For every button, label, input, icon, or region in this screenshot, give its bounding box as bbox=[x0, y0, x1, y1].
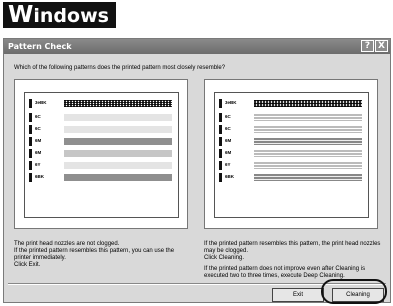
row-stripe bbox=[254, 100, 362, 107]
row-marker bbox=[219, 173, 222, 182]
pattern-row: 6M bbox=[29, 149, 174, 158]
dialog-title: Pattern Check bbox=[8, 42, 72, 51]
row-label: 6C bbox=[35, 126, 41, 131]
row-stripe bbox=[64, 138, 172, 145]
explanation-line: Click Cleaning. bbox=[204, 255, 245, 261]
row-label: 6M bbox=[225, 150, 232, 155]
pattern-row: 6C bbox=[219, 125, 364, 134]
exit-button[interactable]: Exit bbox=[272, 288, 324, 302]
explanation-line: Click Exit. bbox=[14, 262, 41, 268]
row-marker bbox=[219, 149, 222, 158]
pattern-row: 6M bbox=[219, 149, 364, 158]
row-stripe bbox=[254, 114, 362, 121]
pattern-row: 6BK bbox=[219, 173, 364, 182]
pattern-row: 6C bbox=[29, 113, 174, 122]
row-label: 6BK bbox=[35, 174, 45, 179]
windows-badge-first: W bbox=[8, 2, 34, 28]
pattern-sample-good: 3eBK 6C 6C 6M 6M 6Y 6BK bbox=[24, 92, 179, 218]
row-label: 3eBK bbox=[35, 100, 47, 105]
row-label: 6C bbox=[35, 114, 41, 119]
row-stripe bbox=[64, 174, 172, 181]
row-label: 6C bbox=[225, 114, 231, 119]
pattern-option-clogged[interactable]: 3eBK 6C 6C 6M 6M 6Y 6BK bbox=[204, 79, 378, 229]
row-marker bbox=[29, 137, 32, 146]
explanation-line: If the printed pattern does not improve … bbox=[204, 266, 366, 279]
pattern-row: 6BK bbox=[29, 173, 174, 182]
row-stripe bbox=[64, 162, 172, 169]
pattern-row: 6C bbox=[219, 113, 364, 122]
row-marker bbox=[219, 125, 222, 134]
cleaning-button-highlight bbox=[321, 279, 387, 304]
pattern-sample-clogged: 3eBK 6C 6C 6M 6M 6Y 6BK bbox=[214, 92, 369, 218]
row-marker bbox=[29, 161, 32, 170]
pattern-row: 6Y bbox=[29, 161, 174, 170]
row-marker bbox=[29, 125, 32, 134]
row-marker bbox=[219, 137, 222, 146]
explanation-line: The print head nozzles are not clogged. bbox=[14, 241, 120, 247]
windows-badge: Windows bbox=[3, 2, 116, 28]
pattern-row: 6Y bbox=[219, 161, 364, 170]
row-stripe bbox=[254, 162, 362, 169]
pattern-check-dialog: Pattern Check ? X Which of the following… bbox=[3, 38, 391, 303]
row-label: 6Y bbox=[35, 162, 41, 167]
row-label: 6M bbox=[35, 138, 42, 143]
row-marker bbox=[219, 99, 222, 108]
explanation-line: If the printed pattern resembles this pa… bbox=[14, 248, 175, 261]
row-label: 6M bbox=[225, 138, 232, 143]
row-marker bbox=[219, 161, 222, 170]
row-stripe bbox=[64, 100, 172, 107]
row-marker bbox=[29, 113, 32, 122]
close-icon[interactable]: X bbox=[375, 40, 388, 52]
row-stripe bbox=[254, 126, 362, 133]
row-label: 6BK bbox=[225, 174, 235, 179]
pattern-row: 6M bbox=[29, 137, 174, 146]
row-stripe bbox=[64, 126, 172, 133]
windows-badge-rest: indows bbox=[33, 5, 109, 27]
row-label: 6Y bbox=[225, 162, 231, 167]
row-stripe bbox=[64, 150, 172, 157]
row-stripe bbox=[254, 138, 362, 145]
help-icon[interactable]: ? bbox=[361, 40, 374, 52]
pattern-option-good[interactable]: 3eBK 6C 6C 6M 6M 6Y 6BK bbox=[14, 79, 188, 229]
row-marker bbox=[219, 113, 222, 122]
row-marker bbox=[29, 99, 32, 108]
pattern-question: Which of the following patterns does the… bbox=[14, 65, 226, 71]
row-stripe bbox=[64, 114, 172, 121]
explanation-line: If the printed pattern resembles this pa… bbox=[204, 241, 381, 254]
row-stripe bbox=[254, 174, 362, 181]
good-pattern-explanation: The print head nozzles are not clogged. … bbox=[14, 241, 192, 269]
row-marker bbox=[29, 173, 32, 182]
row-marker bbox=[29, 149, 32, 158]
dialog-titlebar: Pattern Check ? X bbox=[4, 39, 390, 54]
pattern-row: 3eBK bbox=[29, 99, 174, 108]
row-label: 3eBK bbox=[225, 100, 237, 105]
pattern-row: 6C bbox=[29, 125, 174, 134]
row-stripe bbox=[254, 150, 362, 157]
pattern-row: 3eBK bbox=[219, 99, 364, 108]
clogged-pattern-explanation: If the printed pattern resembles this pa… bbox=[204, 241, 387, 280]
row-label: 6M bbox=[35, 150, 42, 155]
pattern-row: 6M bbox=[219, 137, 364, 146]
row-label: 6C bbox=[225, 126, 231, 131]
